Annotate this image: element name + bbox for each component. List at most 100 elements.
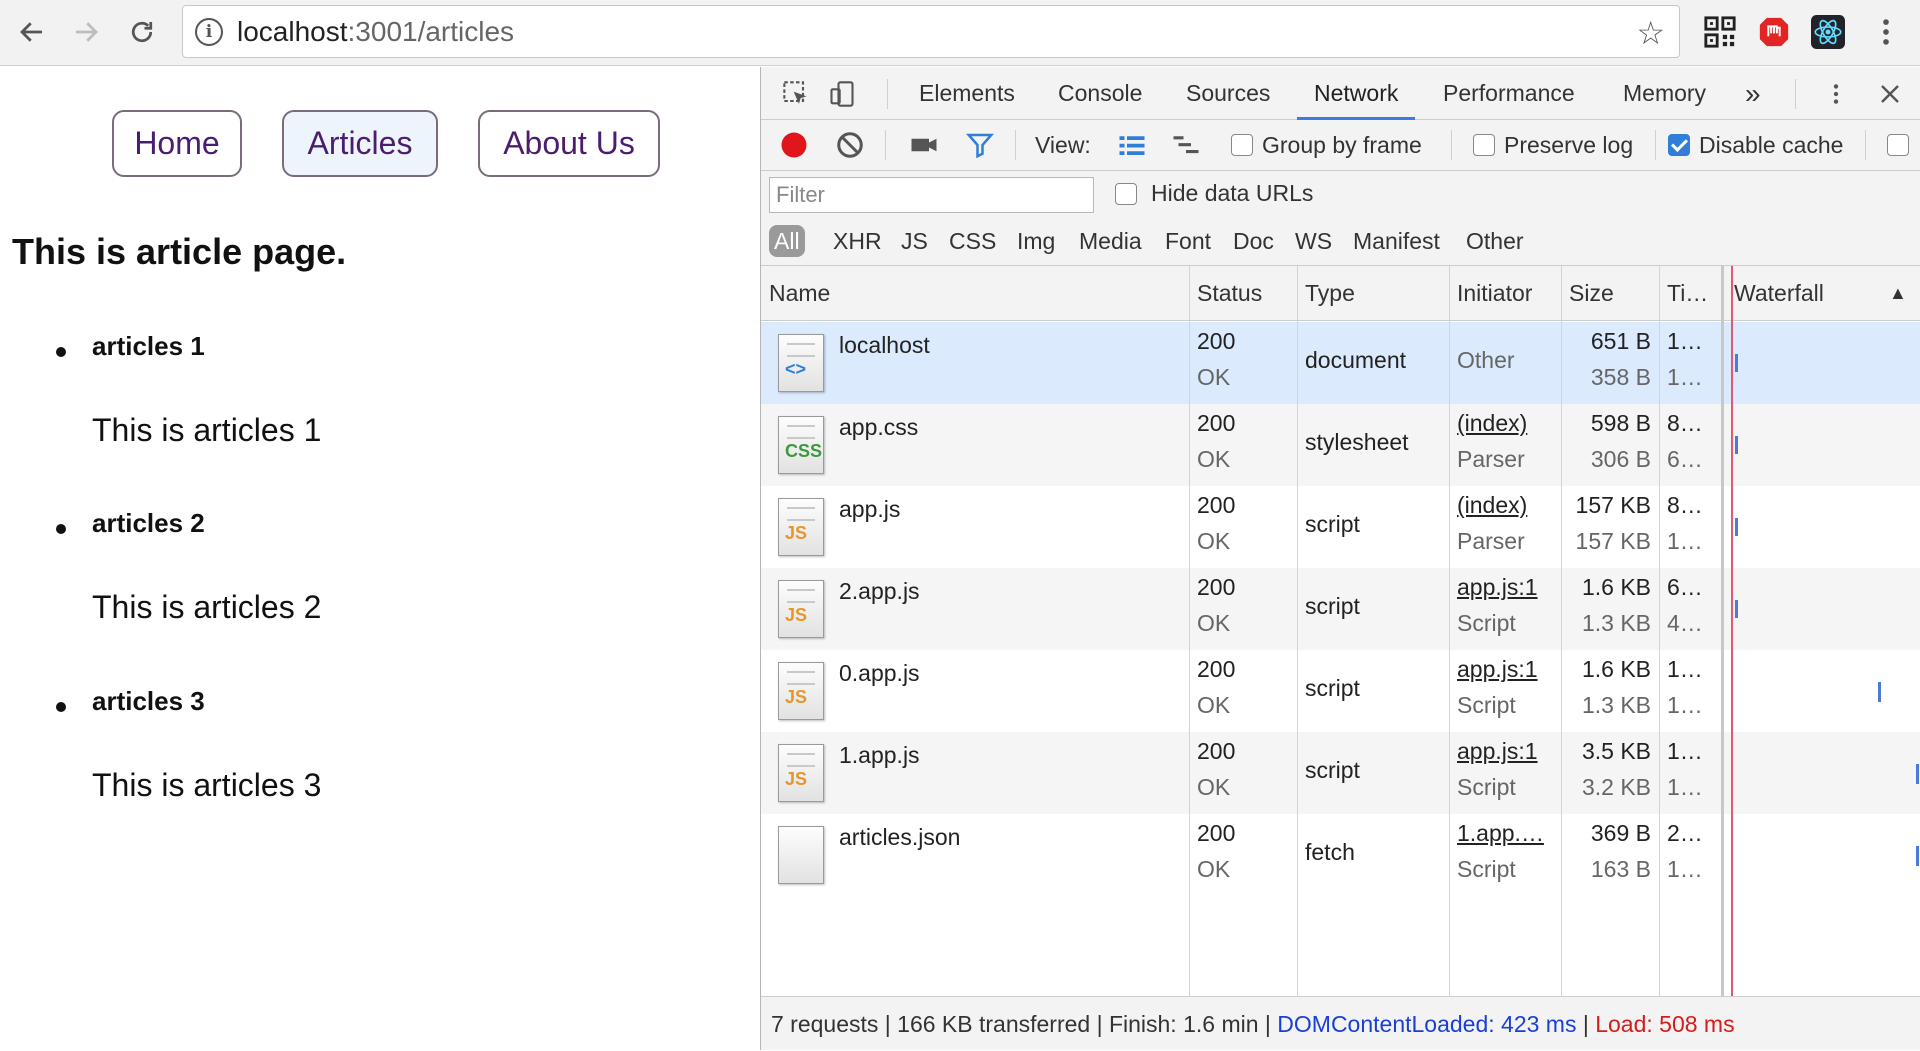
device-toolbar-icon[interactable] — [825, 77, 859, 111]
waterfall-bar — [1735, 436, 1738, 454]
sort-ascending-icon[interactable]: ▲ — [1881, 266, 1907, 321]
nav-articles-button[interactable]: Articles — [282, 110, 438, 177]
tab-elements[interactable]: Elements — [919, 67, 1015, 120]
initiator[interactable]: app.js:1 — [1457, 574, 1557, 601]
back-button[interactable] — [10, 10, 54, 54]
type-filter-css[interactable]: CSS — [949, 225, 996, 257]
tab-network[interactable]: Network — [1297, 67, 1416, 120]
type-filter-doc[interactable]: Doc — [1233, 225, 1274, 257]
request-name[interactable]: articles.json — [839, 824, 960, 851]
column-time[interactable]: Ti… — [1659, 266, 1708, 321]
latency-time: 1… — [1667, 528, 1703, 554]
large-rows-list-icon[interactable] — [1115, 128, 1149, 162]
type-filter-other[interactable]: Other — [1466, 225, 1524, 257]
preserve-log-checkbox[interactable] — [1473, 134, 1495, 156]
requests-table: Name Status Type Initiator Size Ti… Wate… — [761, 266, 1920, 996]
nav-about-us-button[interactable]: About Us — [478, 110, 660, 177]
inspect-element-icon[interactable] — [779, 77, 813, 111]
browser-menu-icon[interactable] — [1866, 12, 1906, 52]
disable-cache-label[interactable]: Disable cache — [1699, 132, 1843, 159]
devtools-panel: Elements Console Sources Network Perform… — [760, 67, 1920, 1050]
record-icon[interactable] — [777, 128, 811, 162]
article-title: articles 3 — [92, 686, 205, 716]
column-initiator[interactable]: Initiator — [1449, 266, 1532, 321]
waterfall-divider[interactable] — [1721, 266, 1724, 996]
column-size[interactable]: Size — [1561, 266, 1614, 321]
table-row[interactable]: JS app.js 200 OK script (index) Parser 157 KB 15… — [761, 486, 1920, 568]
column-type[interactable]: Type — [1297, 266, 1355, 321]
type-filter-media[interactable]: Media — [1079, 225, 1142, 257]
hide-data-urls-label[interactable]: Hide data URLs — [1151, 180, 1313, 207]
transfer-size: 1.6 KB — [1581, 656, 1651, 682]
transfer-size: 369 B — [1590, 820, 1651, 846]
address-bar[interactable]: i localhost:3001/articles ☆ — [182, 5, 1680, 58]
initiator[interactable]: (index) — [1457, 410, 1557, 437]
table-row[interactable]: JS 0.app.js 200 OK script app.js:1 Script 1.6 K… — [761, 650, 1920, 732]
initiator[interactable]: app.js:1 — [1457, 656, 1557, 683]
clear-icon[interactable] — [833, 128, 867, 162]
file-badge: JS — [785, 523, 808, 543]
group-by-frame-checkbox[interactable] — [1231, 134, 1253, 156]
type-filter-font[interactable]: Font — [1165, 225, 1211, 257]
table-row[interactable]: <> localhost 200 OK document Other 651 B 358 B 1… — [761, 322, 1920, 404]
disable-cache-checkbox[interactable] — [1668, 134, 1690, 156]
article-body: This is articles 1 — [92, 412, 322, 448]
request-name[interactable]: 1.app.js — [839, 742, 920, 769]
table-row[interactable]: JS 2.app.js 200 OK script app.js:1 Script 1.6 K… — [761, 568, 1920, 650]
close-icon[interactable] — [1873, 77, 1907, 111]
separator — [1015, 130, 1016, 160]
resource-type-filters: All XHR JS CSS Img Media Font Doc WS Man… — [761, 215, 1920, 266]
request-name[interactable]: 0.app.js — [839, 660, 920, 687]
request-name[interactable]: 2.app.js — [839, 578, 920, 605]
initiator-type: Script — [1457, 774, 1516, 800]
view-label: View: — [1035, 132, 1091, 158]
hide-data-urls-checkbox[interactable] — [1115, 183, 1137, 205]
nav-home-button[interactable]: Home — [112, 110, 242, 177]
reload-button[interactable] — [120, 10, 164, 54]
table-row[interactable]: JS 1.app.js 200 OK script app.js:1 Script 3.5 K… — [761, 732, 1920, 814]
bookmark-star-icon[interactable]: ☆ — [1636, 14, 1665, 52]
preserve-log-label[interactable]: Preserve log — [1504, 132, 1633, 159]
type-filter-manifest[interactable]: Manifest — [1353, 225, 1440, 257]
type-filter-js[interactable]: JS — [901, 225, 928, 257]
type-filter-img[interactable]: Img — [1017, 225, 1055, 257]
react-devtools-extension-icon[interactable] — [1808, 12, 1848, 52]
initiator[interactable]: 1.app.… — [1457, 820, 1557, 847]
table-row[interactable]: articles.json 200 OK fetch 1.app.… Script 369 … — [761, 814, 1920, 896]
initiator[interactable]: (index) — [1457, 492, 1557, 519]
group-by-frame-label[interactable]: Group by frame — [1262, 132, 1422, 159]
qr-code-extension-icon[interactable] — [1700, 12, 1740, 52]
network-toolbar: View: Group by frame Preserve log Disabl… — [761, 120, 1920, 171]
devtools-menu-icon[interactable] — [1819, 77, 1853, 111]
type-filter-xhr[interactable]: XHR — [833, 225, 882, 257]
offline-checkbox[interactable] — [1887, 134, 1909, 156]
request-name[interactable]: localhost — [839, 332, 930, 359]
column-status[interactable]: Status — [1189, 266, 1262, 321]
type-filter-ws[interactable]: WS — [1295, 225, 1332, 257]
devtools-tab-bar: Elements Console Sources Network Perform… — [761, 67, 1920, 120]
request-name[interactable]: app.js — [839, 496, 900, 523]
request-name[interactable]: app.css — [839, 414, 918, 441]
type-filter-all[interactable]: All — [769, 225, 805, 257]
column-waterfall[interactable]: Waterfall — [1726, 266, 1824, 321]
ublock-extension-icon[interactable] — [1754, 12, 1794, 52]
tab-sources[interactable]: Sources — [1186, 67, 1270, 120]
resource-type: script — [1305, 757, 1360, 783]
more-tabs-button[interactable]: » — [1745, 67, 1761, 120]
tab-console[interactable]: Console — [1058, 67, 1142, 120]
file-badge: CSS — [785, 441, 823, 461]
overview-waterfall-icon[interactable] — [1169, 128, 1203, 162]
initiator[interactable]: app.js:1 — [1457, 738, 1557, 765]
screenshot-camera-icon[interactable] — [907, 128, 941, 162]
tab-performance[interactable]: Performance — [1443, 67, 1575, 120]
table-row[interactable]: CSS app.css 200 OK stylesheet (index) Parser 59… — [761, 404, 1920, 486]
forward-button[interactable] — [64, 10, 108, 54]
info-icon[interactable]: i — [195, 17, 223, 46]
url-text[interactable]: localhost:3001/articles — [237, 16, 514, 48]
filter-input[interactable] — [769, 177, 1094, 213]
tab-memory[interactable]: Memory — [1623, 67, 1706, 120]
filter-funnel-icon[interactable] — [963, 128, 997, 162]
resource-type: script — [1305, 675, 1360, 701]
page-content: Home Articles About Us This is article p… — [0, 67, 760, 1050]
column-name[interactable]: Name — [761, 266, 830, 321]
